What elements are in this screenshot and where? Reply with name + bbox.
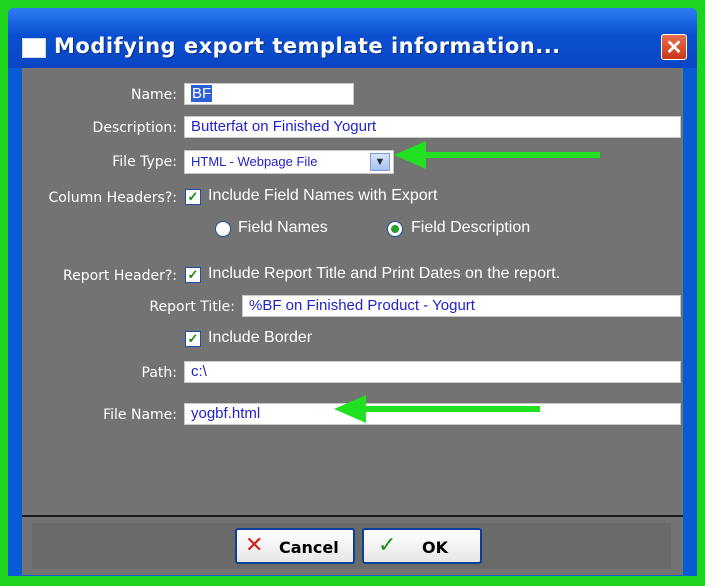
checkmark-icon: ✓ (378, 533, 397, 558)
ok-button[interactable]: ✓ OK (362, 528, 482, 564)
include-border-checkbox[interactable]: ✓ (185, 331, 201, 347)
file-name-label: File Name: (103, 407, 177, 423)
cancel-button-label: Cancel (279, 538, 339, 557)
include-report-title-label: Include Report Title and Print Dates on … (208, 265, 561, 282)
field-description-radio-label: Field Description (411, 219, 531, 236)
field-names-radio[interactable] (215, 221, 231, 237)
field-names-radio-label: Field Names (238, 219, 328, 236)
include-field-names-label: Include Field Names with Export (208, 187, 438, 204)
name-label: Name: (130, 87, 177, 103)
x-icon: ✕ (245, 533, 264, 558)
button-bar-inner: ✕ Cancel ✓ OK (32, 523, 671, 569)
file-type-selected-value: HTML - Webpage File (191, 154, 318, 169)
file-type-label: File Type: (112, 154, 177, 170)
window-title: Modifying export template information... (54, 34, 561, 58)
name-input-selected-text: BF (191, 85, 213, 102)
include-field-names-checkbox[interactable]: ✓ (185, 189, 201, 205)
title-bar: Modifying export template information...… (8, 8, 697, 68)
file-name-annotation-arrow (334, 395, 540, 423)
include-border-label: Include Border (208, 329, 313, 346)
report-title-label: Report Title: (149, 299, 235, 315)
path-input[interactable]: c:\ (184, 361, 681, 383)
cancel-button[interactable]: ✕ Cancel (235, 528, 355, 564)
path-label: Path: (141, 365, 177, 381)
field-description-radio[interactable] (387, 221, 403, 237)
description-label: Description: (92, 120, 177, 136)
include-report-title-checkbox[interactable]: ✓ (185, 267, 201, 283)
report-title-input[interactable]: %BF on Finished Product - Yogurt (242, 295, 681, 317)
file-type-select[interactable]: HTML - Webpage File ▼ (184, 150, 394, 174)
file-type-annotation-arrow (394, 141, 600, 169)
description-input[interactable]: Butterfat on Finished Yogurt (184, 116, 681, 138)
name-input[interactable]: BF (184, 83, 354, 105)
ok-button-label: OK (422, 538, 448, 557)
report-header-label: Report Header?: (63, 268, 177, 284)
button-bar: ✕ Cancel ✓ OK (22, 515, 683, 575)
window-icon (22, 38, 46, 58)
chevron-down-icon[interactable]: ▼ (370, 153, 390, 171)
screenshot-border: Modifying export template information...… (0, 0, 705, 586)
dialog-window: Modifying export template information...… (8, 8, 697, 576)
column-headers-label: Column Headers?: (48, 190, 177, 206)
close-button[interactable]: ✕ (661, 34, 687, 60)
